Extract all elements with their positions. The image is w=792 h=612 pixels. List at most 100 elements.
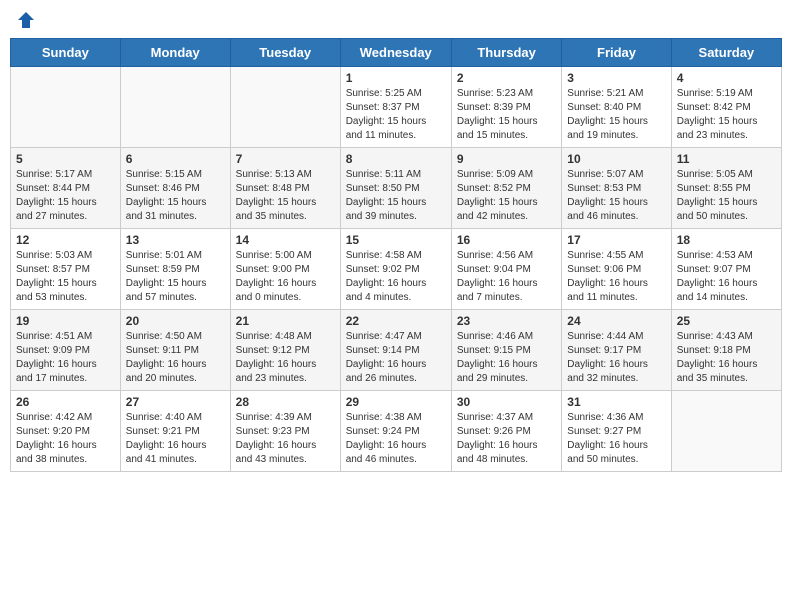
day-info: Sunrise: 5:00 AM Sunset: 9:00 PM Dayligh… (236, 249, 335, 305)
day-number: 8 (346, 152, 446, 166)
day-info: Sunrise: 4:40 AM Sunset: 9:21 PM Dayligh… (126, 411, 225, 467)
calendar-day-cell: 2 Sunrise: 5:23 AM Sunset: 8:39 PM Daylig… (451, 67, 561, 148)
day-number: 27 (126, 395, 225, 409)
calendar-day-cell: 13 Sunrise: 5:01 AM Sunset: 8:59 PM Dayli… (120, 229, 230, 310)
calendar-day-cell: 6 Sunrise: 5:15 AM Sunset: 8:46 PM Daylig… (120, 148, 230, 229)
day-number: 20 (126, 314, 225, 328)
day-info: Sunrise: 5:05 AM Sunset: 8:55 PM Dayligh… (677, 168, 776, 224)
calendar-day-cell: 3Sunrise: 5:21 AM Sunset: 8:40 PM Daylig… (562, 67, 671, 148)
logo (14, 10, 36, 30)
calendar-day-cell: 22 Sunrise: 4:47 AM Sunset: 9:14 PM Dayli… (340, 310, 451, 391)
day-number: 6 (126, 152, 225, 166)
day-of-week-header: Saturday (671, 39, 781, 67)
day-info: Sunrise: 4:39 AM Sunset: 9:23 PM Dayligh… (236, 411, 335, 467)
day-info: Sunrise: 4:37 AM Sunset: 9:26 PM Dayligh… (457, 411, 556, 467)
day-info: Sunrise: 4:43 AM Sunset: 9:18 PM Dayligh… (677, 330, 776, 386)
day-info: Sunrise: 4:58 AM Sunset: 9:02 PM Dayligh… (346, 249, 446, 305)
calendar-day-cell: 29 Sunrise: 4:38 AM Sunset: 9:24 PM Dayli… (340, 391, 451, 472)
calendar-day-cell: 26Sunrise: 4:42 AM Sunset: 9:20 PM Dayli… (11, 391, 121, 472)
day-info: Sunrise: 5:23 AM Sunset: 8:39 PM Dayligh… (457, 87, 556, 143)
calendar-day-cell: 23Sunrise: 4:46 AM Sunset: 9:15 PM Dayli… (451, 310, 561, 391)
day-number: 28 (236, 395, 335, 409)
calendar-day-cell: 10 Sunrise: 5:07 AM Sunset: 8:53 PM Dayli… (562, 148, 671, 229)
calendar-week-row: 1 Sunrise: 5:25 AM Sunset: 8:37 PM Daylig… (11, 67, 782, 148)
calendar-day-cell: 1 Sunrise: 5:25 AM Sunset: 8:37 PM Daylig… (340, 67, 451, 148)
calendar-day-cell (671, 391, 781, 472)
day-number: 16 (457, 233, 556, 247)
day-number: 7 (236, 152, 335, 166)
page-header (10, 10, 782, 30)
calendar-day-cell: 18Sunrise: 4:53 AM Sunset: 9:07 PM Dayli… (671, 229, 781, 310)
day-of-week-header: Friday (562, 39, 671, 67)
day-info: Sunrise: 4:36 AM Sunset: 9:27 PM Dayligh… (567, 411, 665, 467)
calendar-day-cell (11, 67, 121, 148)
calendar-day-cell: 12Sunrise: 5:03 AM Sunset: 8:57 PM Dayli… (11, 229, 121, 310)
day-info: Sunrise: 4:55 AM Sunset: 9:06 PM Dayligh… (567, 249, 665, 305)
calendar-day-cell: 11 Sunrise: 5:05 AM Sunset: 8:55 PM Dayli… (671, 148, 781, 229)
day-info: Sunrise: 5:01 AM Sunset: 8:59 PM Dayligh… (126, 249, 225, 305)
day-number: 21 (236, 314, 335, 328)
calendar-day-cell: 7 Sunrise: 5:13 AM Sunset: 8:48 PM Daylig… (230, 148, 340, 229)
calendar-header-row: SundayMondayTuesdayWednesdayThursdayFrid… (11, 39, 782, 67)
day-info: Sunrise: 4:44 AM Sunset: 9:17 PM Dayligh… (567, 330, 665, 386)
day-info: Sunrise: 4:56 AM Sunset: 9:04 PM Dayligh… (457, 249, 556, 305)
calendar-day-cell: 5 Sunrise: 5:17 AM Sunset: 8:44 PM Daylig… (11, 148, 121, 229)
day-number: 5 (16, 152, 115, 166)
day-number: 13 (126, 233, 225, 247)
day-of-week-header: Wednesday (340, 39, 451, 67)
calendar-week-row: 12Sunrise: 5:03 AM Sunset: 8:57 PM Dayli… (11, 229, 782, 310)
calendar-day-cell: 17 Sunrise: 4:55 AM Sunset: 9:06 PM Dayli… (562, 229, 671, 310)
day-number: 19 (16, 314, 115, 328)
calendar-day-cell: 25 Sunrise: 4:43 AM Sunset: 9:18 PM Dayli… (671, 310, 781, 391)
calendar-day-cell: 16 Sunrise: 4:56 AM Sunset: 9:04 PM Dayli… (451, 229, 561, 310)
day-number: 15 (346, 233, 446, 247)
day-number: 29 (346, 395, 446, 409)
day-info: Sunrise: 5:11 AM Sunset: 8:50 PM Dayligh… (346, 168, 446, 224)
day-of-week-header: Monday (120, 39, 230, 67)
day-number: 17 (567, 233, 665, 247)
day-of-week-header: Tuesday (230, 39, 340, 67)
calendar-week-row: 26Sunrise: 4:42 AM Sunset: 9:20 PM Dayli… (11, 391, 782, 472)
day-info: Sunrise: 5:07 AM Sunset: 8:53 PM Dayligh… (567, 168, 665, 224)
logo-icon (16, 10, 36, 30)
day-number: 2 (457, 71, 556, 85)
day-number: 26 (16, 395, 115, 409)
calendar-table: SundayMondayTuesdayWednesdayThursdayFrid… (10, 38, 782, 472)
calendar-week-row: 19Sunrise: 4:51 AM Sunset: 9:09 PM Dayli… (11, 310, 782, 391)
day-info: Sunrise: 4:47 AM Sunset: 9:14 PM Dayligh… (346, 330, 446, 386)
calendar-week-row: 5 Sunrise: 5:17 AM Sunset: 8:44 PM Daylig… (11, 148, 782, 229)
day-number: 1 (346, 71, 446, 85)
calendar-day-cell: 9Sunrise: 5:09 AM Sunset: 8:52 PM Daylig… (451, 148, 561, 229)
calendar-day-cell: 27 Sunrise: 4:40 AM Sunset: 9:21 PM Dayli… (120, 391, 230, 472)
calendar-day-cell (230, 67, 340, 148)
calendar-day-cell: 28 Sunrise: 4:39 AM Sunset: 9:23 PM Dayli… (230, 391, 340, 472)
day-number: 14 (236, 233, 335, 247)
day-info: Sunrise: 5:09 AM Sunset: 8:52 PM Dayligh… (457, 168, 556, 224)
calendar-day-cell: 15 Sunrise: 4:58 AM Sunset: 9:02 PM Dayli… (340, 229, 451, 310)
calendar-day-cell: 24Sunrise: 4:44 AM Sunset: 9:17 PM Dayli… (562, 310, 671, 391)
day-info: Sunrise: 4:46 AM Sunset: 9:15 PM Dayligh… (457, 330, 556, 386)
day-info: Sunrise: 4:53 AM Sunset: 9:07 PM Dayligh… (677, 249, 776, 305)
day-info: Sunrise: 5:25 AM Sunset: 8:37 PM Dayligh… (346, 87, 446, 143)
day-info: Sunrise: 4:50 AM Sunset: 9:11 PM Dayligh… (126, 330, 225, 386)
day-number: 4 (677, 71, 776, 85)
day-info: Sunrise: 4:38 AM Sunset: 9:24 PM Dayligh… (346, 411, 446, 467)
calendar-day-cell: 21Sunrise: 4:48 AM Sunset: 9:12 PM Dayli… (230, 310, 340, 391)
day-of-week-header: Sunday (11, 39, 121, 67)
day-number: 31 (567, 395, 665, 409)
calendar-day-cell: 20 Sunrise: 4:50 AM Sunset: 9:11 PM Dayli… (120, 310, 230, 391)
day-number: 3 (567, 71, 665, 85)
calendar-day-cell: 4Sunrise: 5:19 AM Sunset: 8:42 PM Daylig… (671, 67, 781, 148)
day-info: Sunrise: 5:15 AM Sunset: 8:46 PM Dayligh… (126, 168, 225, 224)
day-info: Sunrise: 5:17 AM Sunset: 8:44 PM Dayligh… (16, 168, 115, 224)
calendar-day-cell (120, 67, 230, 148)
calendar-day-cell: 8 Sunrise: 5:11 AM Sunset: 8:50 PM Daylig… (340, 148, 451, 229)
day-number: 25 (677, 314, 776, 328)
day-info: Sunrise: 5:13 AM Sunset: 8:48 PM Dayligh… (236, 168, 335, 224)
day-number: 22 (346, 314, 446, 328)
calendar-day-cell: 31 Sunrise: 4:36 AM Sunset: 9:27 PM Dayli… (562, 391, 671, 472)
day-number: 10 (567, 152, 665, 166)
day-of-week-header: Thursday (451, 39, 561, 67)
day-number: 11 (677, 152, 776, 166)
calendar-day-cell: 14 Sunrise: 5:00 AM Sunset: 9:00 PM Dayli… (230, 229, 340, 310)
